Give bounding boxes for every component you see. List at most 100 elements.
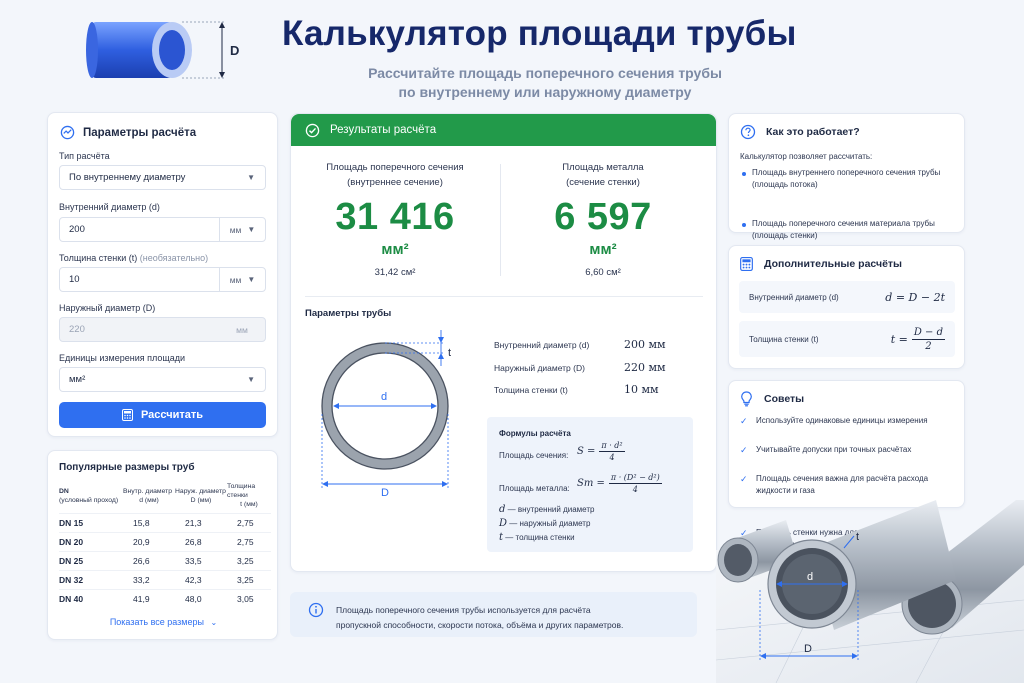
inner-area-unit: мм² (381, 241, 409, 258)
legend-t: t — толщина стенки (499, 532, 575, 543)
table-cell: 3,25 (227, 570, 271, 590)
kv-inner-label: Внутренний диаметр (d) (494, 340, 590, 350)
col-header-sub: t (мм) (240, 501, 258, 508)
wall-thickness-value: 10 (69, 274, 80, 285)
formula-metal-num: π · (D² − d²) (608, 473, 662, 484)
info-bar: Площадь поперечного сечения трубы исполь… (290, 592, 697, 637)
wall-unit-select[interactable]: мм ▼ (219, 268, 265, 291)
kv-wall-label: Толщина стенки (t) (494, 385, 568, 395)
chevron-down-icon: ▼ (247, 173, 255, 182)
inner-unit-select[interactable]: мм ▼ (219, 218, 265, 241)
table-cell: DN 40 (59, 589, 123, 609)
wall-unit-value: мм (229, 274, 242, 285)
extra-title: Дополнительные расчёты (764, 258, 903, 270)
table-cell: 2,75 (227, 513, 271, 533)
inner-area-caption-sub: (внутреннее сечение) (347, 177, 443, 188)
photo-D-label: D (804, 643, 812, 655)
formula-metal-den: 4 (632, 485, 638, 494)
info-line-2: пропускной способности, скорости потока,… (336, 620, 624, 630)
extra-header: Дополнительные расчёты (740, 257, 902, 271)
extra-f1-label: Внутренний диаметр (d) (749, 292, 839, 302)
subtitle-line-1: Рассчитайте площадь поперечного сечения … (368, 65, 722, 81)
kv-outer-label: Наружный диаметр (D) (494, 363, 585, 373)
tip-text: Используйте одинаковые единицы измерения (756, 416, 928, 425)
col-header-sub: (условный проход) (59, 496, 119, 504)
tip-item: ✓ Учитывайте допуски при точных расчётах (740, 444, 955, 456)
chevron-down-icon: ▼ (247, 225, 256, 234)
inner-diameter-field[interactable]: 200 мм ▼ (59, 217, 266, 242)
col-header-text: DN (59, 487, 69, 495)
table-row[interactable]: DN 20 20,9 26,8 2,75 (59, 532, 271, 552)
formula-section: S = π · d² 4 (577, 441, 625, 462)
how-header: Как это работает? (740, 124, 860, 140)
legend-text: — толщина стенки (505, 533, 575, 542)
area-unit-select[interactable]: мм² ▼ (59, 367, 266, 392)
tips-header: Советы (740, 391, 804, 407)
check-icon: ✓ (740, 445, 748, 455)
col-header-text: Толщина стенки (227, 483, 256, 499)
inner-unit-value: мм (229, 224, 242, 235)
table-row[interactable]: DN 40 41,9 48,0 3,05 (59, 589, 271, 609)
table-row[interactable]: DN 32 33,2 42,3 3,25 (59, 570, 271, 590)
metal-area-result: Площадь металла (сечение стенки) 6 597 м… (503, 160, 703, 278)
chevron-down-icon: ⌄ (210, 618, 218, 627)
legend-text: — внутренний диаметр (507, 505, 595, 514)
table-cell: 26,6 (123, 551, 175, 571)
metal-area-unit: мм² (589, 241, 617, 258)
wall-thickness-label: Толщина стенки (t) (необязательно) (59, 253, 208, 263)
question-circle-icon (740, 124, 756, 140)
legend-D: D — наружный диаметр (499, 518, 590, 529)
table-cell: 33,2 (123, 570, 175, 590)
chevron-down-icon: ▼ (247, 275, 256, 284)
table-cell: 15,8 (123, 513, 175, 533)
results-divider (500, 164, 501, 276)
calc-type-select[interactable]: По внутреннему диаметру ▼ (59, 165, 266, 190)
table-header-row: DN (условный проход) Внутр. диаметр d (мм)… (59, 482, 271, 514)
legend-sym: D (499, 518, 508, 529)
inner-diameter-value: 200 (69, 224, 85, 235)
formulas-title: Формулы расчёта (499, 429, 571, 438)
show-all-sizes-link[interactable]: Показать все размеры ⌄ (48, 617, 279, 627)
wall-thickness-field[interactable]: 10 мм ▼ (59, 267, 266, 292)
formula-metal: Sm = π · (D² − d²) 4 (577, 473, 662, 494)
area-unit-value: мм² (69, 374, 86, 385)
info-line-1: Площадь поперечного сечения трубы исполь… (336, 605, 591, 615)
metal-area-value: 6 597 (554, 196, 652, 238)
area-unit-label: Единицы измерения площади (59, 353, 186, 363)
tip-item: ✓ Используйте одинаковые единицы измерени… (740, 415, 955, 427)
inner-diameter-label: Внутренний диаметр (d) (59, 202, 160, 212)
inner-area-value: 31 416 (335, 196, 455, 238)
check-circle-icon (305, 123, 320, 137)
outer-diameter-label: Наружный диаметр (D) (59, 303, 156, 313)
calculate-button[interactable]: Рассчитать (59, 402, 266, 428)
extra-f2-expr: t = D − d2 (891, 327, 945, 352)
metal-area-caption: Площадь металла (562, 162, 644, 173)
photo-d-label: d (807, 571, 813, 583)
pipe-d-label: D (230, 43, 239, 58)
results-title: Результаты расчёта (330, 124, 437, 136)
kv-wall-value: 10 мм (624, 383, 659, 396)
tip-text: Учитывайте допуски при точных расчётах (756, 445, 912, 454)
lightbulb-icon (741, 391, 752, 407)
calc-type-label: Тип расчёта (59, 151, 110, 161)
popular-sizes-card: Популярные размеры труб DN (условный прох… (47, 450, 278, 640)
outer-diameter-field: 220 мм (59, 317, 266, 342)
diagram-d-label: d (381, 391, 387, 403)
table-row[interactable]: DN 15 15,8 21,3 2,75 (59, 513, 271, 533)
tips-title: Советы (764, 393, 805, 405)
how-intro: Калькулятор позволяет рассчитать: (740, 152, 873, 161)
inner-area-caption: Площадь поперечного сечения (326, 162, 464, 173)
col-header-text: Наруж. диаметр (175, 487, 226, 495)
col-header-dn: DN (условный проход) (59, 482, 123, 514)
table-row[interactable]: DN 25 26,6 33,5 3,25 (59, 551, 271, 571)
steel-pipes-illustration: d D t (716, 500, 1024, 683)
chevron-down-icon: ▼ (247, 375, 255, 384)
popular-sizes-table: DN (условный проход) Внутр. диаметр d (мм)… (59, 482, 271, 609)
table-cell: DN 32 (59, 570, 123, 590)
params-card: Параметры расчёта Тип расчёта По внутрен… (47, 112, 278, 437)
diagram-D-label: D (381, 487, 389, 499)
table-cell: 33,5 (175, 551, 227, 571)
calculator-icon (121, 409, 133, 421)
col-header-wall: Толщина стенки t (мм) (227, 482, 271, 514)
formula-metal-lhs: Sm = (577, 478, 605, 489)
